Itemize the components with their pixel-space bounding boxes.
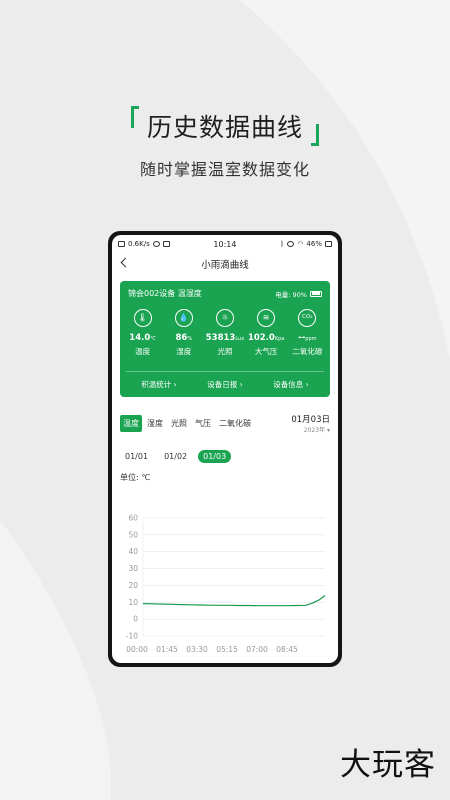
alarm-icon bbox=[287, 241, 295, 247]
brand-logo: 大玩客 bbox=[340, 747, 436, 783]
x-tick-label: 05:15 bbox=[216, 645, 238, 654]
y-tick-label: 40 bbox=[128, 547, 138, 556]
y-tick-label: 10 bbox=[128, 598, 138, 607]
y-tick-label: 50 bbox=[128, 530, 138, 539]
metric-temperature: 🌡 14.0℃ 温度 bbox=[123, 309, 163, 357]
temperature-chart: 60 50 40 30 20 10 0 -10 00:00 01:45 03:30 05:15 07:0… bbox=[126, 514, 326, 654]
battery-label: 电量: 90% bbox=[275, 290, 307, 299]
bracket-right bbox=[311, 124, 319, 146]
day-pill-active[interactable]: 01/03 bbox=[198, 450, 232, 463]
phone-frame: 0.6K/s 10:14 ᛒ ◠ 46% 小雨滴曲线 锦会002设备 温湿度 电… bbox=[108, 231, 342, 667]
metric-unit: ℃ bbox=[150, 336, 156, 342]
metric-unit: % bbox=[187, 336, 193, 342]
link-device-info[interactable]: 设备信息 › bbox=[273, 379, 308, 390]
nav-bar: 小雨滴曲线 bbox=[112, 253, 338, 275]
hero: 历史数据曲线 随时掌握温室数据变化 bbox=[0, 104, 450, 180]
day-selector: 01/01 01/02 01/03 bbox=[112, 450, 338, 463]
tab-humidity[interactable]: 湿度 bbox=[144, 415, 166, 432]
x-tick-label: 00:00 bbox=[126, 645, 148, 654]
wifi-icon: ◠ bbox=[297, 240, 304, 248]
notification-icon bbox=[162, 241, 170, 247]
metric-pressure: ≋ 102.0Kpa 大气压 bbox=[246, 309, 286, 357]
metric-unit: ppm bbox=[305, 336, 317, 342]
metric-light: ☼ 53813Lux 光照 bbox=[205, 309, 245, 357]
metric-label: 二氧化碳 bbox=[292, 347, 323, 356]
y-tick-label: 60 bbox=[128, 514, 138, 523]
humidity-icon: 💧 bbox=[174, 309, 193, 327]
metric-co2: CO₂ --ppm 二氧化碳 bbox=[287, 309, 327, 357]
pressure-icon: ≋ bbox=[257, 309, 276, 327]
bracket-left bbox=[130, 106, 139, 128]
status-bar: 0.6K/s 10:14 ᛒ ◠ 46% bbox=[112, 235, 338, 253]
shield-icon bbox=[152, 241, 160, 247]
device-name: 锦会002设备 温湿度 bbox=[128, 289, 202, 298]
network-speed: 0.6K/s bbox=[128, 240, 150, 248]
sim-icon bbox=[118, 241, 125, 247]
x-tick-label: 07:00 bbox=[246, 645, 268, 654]
metric-value: 102.0 bbox=[247, 333, 275, 343]
battery-percent: 46% bbox=[306, 240, 322, 248]
metric-label: 湿度 bbox=[176, 347, 192, 356]
metric-value: 86 bbox=[175, 333, 188, 343]
status-time: 10:14 bbox=[213, 239, 237, 249]
hero-title: 历史数据曲线 bbox=[146, 113, 303, 142]
link-accumulated-temp[interactable]: 积温统计 › bbox=[141, 379, 176, 390]
device-card: 锦会002设备 温湿度 电量: 90% 🌡 14.0℃ 温度 💧 86% 湿度 … bbox=[120, 281, 330, 397]
day-pill[interactable]: 01/01 bbox=[120, 450, 153, 463]
date-year: 2023年 ▾ bbox=[303, 427, 330, 434]
metric-label: 温度 bbox=[135, 347, 151, 356]
sun-icon: ☼ bbox=[215, 309, 234, 327]
tab-light[interactable]: 光照 bbox=[168, 415, 190, 432]
device-battery-icon bbox=[310, 290, 322, 297]
device-battery: 电量: 90% bbox=[275, 289, 322, 299]
thermometer-icon: 🌡 bbox=[133, 309, 152, 327]
y-tick-label: 30 bbox=[128, 564, 138, 573]
temperature-series-line bbox=[142, 595, 326, 607]
tab-pressure[interactable]: 气压 bbox=[192, 415, 214, 432]
y-tick-label: -10 bbox=[126, 632, 138, 641]
link-daily-report[interactable]: 设备日报 › bbox=[207, 379, 242, 390]
metric-unit: Kpa bbox=[274, 336, 285, 342]
phone-screen: 0.6K/s 10:14 ᛒ ◠ 46% 小雨滴曲线 锦会002设备 温湿度 电… bbox=[112, 235, 338, 663]
battery-fill bbox=[311, 292, 320, 295]
metric-value: 14.0 bbox=[129, 333, 151, 343]
battery-icon bbox=[324, 241, 332, 247]
y-tick-label: 0 bbox=[133, 615, 138, 624]
y-tick-label: 20 bbox=[128, 581, 138, 590]
nav-title: 小雨滴曲线 bbox=[201, 260, 249, 271]
metric-value: 53813 bbox=[205, 333, 236, 343]
metric-humidity: 💧 86% 湿度 bbox=[164, 309, 204, 357]
x-tick-label: 08:45 bbox=[276, 645, 298, 654]
day-pill[interactable]: 01/02 bbox=[159, 450, 192, 463]
metric-label: 大气压 bbox=[254, 347, 278, 356]
x-tick-label: 03:30 bbox=[186, 645, 208, 654]
metrics-row: 🌡 14.0℃ 温度 💧 86% 湿度 ☼ 53813Lux 光照 ≋ 102.… bbox=[120, 299, 330, 357]
x-tick-label: 01:45 bbox=[156, 645, 178, 654]
co2-icon: CO₂ bbox=[298, 309, 317, 327]
metric-tabs: 温度 湿度 光照 气压 二氧化碳 01月03日 2023年 ▾ bbox=[112, 413, 338, 434]
bluetooth-icon: ᛒ bbox=[280, 240, 285, 248]
chart-unit-label: 单位: ℃ bbox=[120, 473, 151, 482]
back-arrow-icon[interactable] bbox=[120, 257, 131, 268]
metric-label: 光照 bbox=[217, 347, 233, 356]
date-main: 01月03日 bbox=[291, 415, 330, 425]
tab-temperature[interactable]: 温度 bbox=[120, 415, 142, 432]
metric-unit: Lux bbox=[235, 336, 245, 342]
hero-subtitle: 随时掌握温室数据变化 bbox=[139, 160, 310, 179]
hero-title-wrap: 历史数据曲线 bbox=[130, 104, 319, 148]
tab-co2[interactable]: 二氧化碳 bbox=[216, 415, 254, 432]
card-links: 积温统计 › 设备日报 › 设备信息 › bbox=[126, 371, 324, 397]
date-picker[interactable]: 01月03日 2023年 ▾ bbox=[291, 413, 330, 434]
